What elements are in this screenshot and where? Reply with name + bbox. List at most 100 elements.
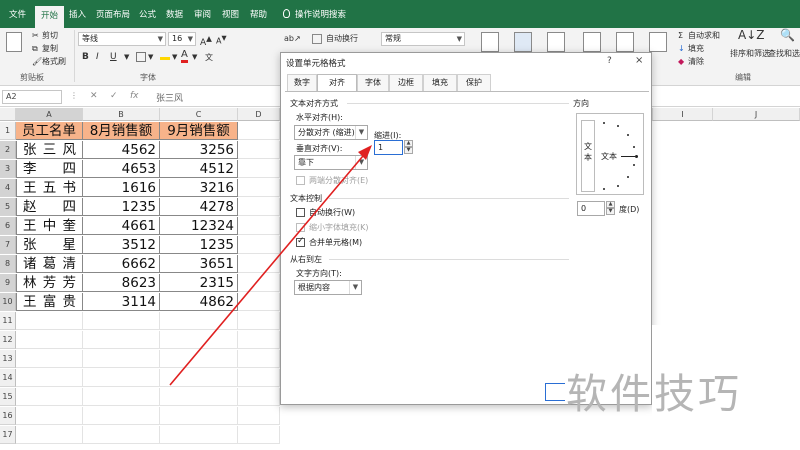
row-header[interactable]: 14 <box>0 369 16 387</box>
empty-cell[interactable] <box>83 388 160 406</box>
cancel-icon[interactable]: ✕ <box>90 91 98 101</box>
empty-cell[interactable] <box>160 407 238 425</box>
empty-cell[interactable] <box>160 312 238 330</box>
empty-cell[interactable] <box>83 350 160 368</box>
empty-cell[interactable] <box>238 274 280 292</box>
row-header[interactable]: 13 <box>0 350 16 368</box>
empty-cell[interactable] <box>16 426 83 444</box>
underline-dropdown-icon[interactable]: ▼ <box>124 52 129 63</box>
empty-cell[interactable] <box>83 369 160 387</box>
row-header[interactable]: 7 <box>0 236 16 254</box>
empty-cell[interactable] <box>16 388 83 406</box>
copy-icon[interactable]: ⧉ <box>32 43 38 54</box>
empty-cell[interactable] <box>16 331 83 349</box>
tab-alignment[interactable]: 对齐 <box>317 74 357 92</box>
empty-cell[interactable] <box>160 426 238 444</box>
clear-button[interactable]: 清除 <box>688 56 704 67</box>
font-color-dropdown-icon[interactable]: ▼ <box>192 52 197 63</box>
eraser-icon[interactable]: ◆ <box>678 56 684 67</box>
empty-cell[interactable] <box>238 141 280 159</box>
name-cell[interactable]: 张三风 <box>16 141 83 159</box>
wrap-text-button[interactable]: 自动换行 <box>326 33 358 44</box>
august-sales-cell[interactable]: 3512 <box>83 236 160 254</box>
empty-cell[interactable] <box>238 160 280 178</box>
indent-input[interactable]: 1 <box>374 140 403 155</box>
august-sales-cell[interactable]: 1616 <box>83 179 160 197</box>
empty-cell[interactable] <box>16 369 83 387</box>
september-sales-cell[interactable]: 4512 <box>160 160 238 178</box>
vertical-align-select[interactable]: 靠下 ▼ <box>294 155 368 170</box>
fill-button[interactable]: 填充 <box>688 43 704 54</box>
format-cells-icon[interactable] <box>649 32 667 52</box>
empty-cell[interactable] <box>238 388 280 406</box>
tab-page-layout[interactable]: 页面布局 <box>96 8 130 22</box>
tab-home[interactable]: 开始 <box>35 6 65 28</box>
empty-cell[interactable] <box>238 350 280 368</box>
row-header[interactable]: 3 <box>0 160 16 178</box>
name-cell[interactable]: 林芳芳 <box>16 274 83 292</box>
justify-distributed-checkbox[interactable] <box>296 176 305 185</box>
help-button[interactable]: ? <box>607 56 612 66</box>
tab-formulas[interactable]: 公式 <box>139 8 156 22</box>
tab-view[interactable]: 视图 <box>222 8 239 22</box>
vertical-text-option[interactable]: 文本 <box>581 120 595 192</box>
empty-cell[interactable] <box>160 388 238 406</box>
row-header[interactable]: 11 <box>0 312 16 330</box>
empty-cell[interactable] <box>238 331 280 349</box>
cell-styles-icon[interactable] <box>547 32 565 52</box>
name-box[interactable]: A2 <box>2 90 62 104</box>
august-sales-cell[interactable]: 3114 <box>83 293 160 311</box>
find-select-icon[interactable]: 🔍 <box>780 29 795 41</box>
column-header-i[interactable]: I <box>652 108 713 121</box>
empty-cell[interactable] <box>160 331 238 349</box>
cut-icon[interactable]: ✂ <box>32 30 39 41</box>
august-sales-cell[interactable]: 4653 <box>83 160 160 178</box>
indent-up-icon[interactable]: ▲ <box>404 140 413 147</box>
row-header[interactable]: 12 <box>0 331 16 349</box>
indent-down-icon[interactable]: ▼ <box>404 147 413 154</box>
delete-cells-icon[interactable] <box>616 32 634 52</box>
merge-cells-checkbox[interactable] <box>296 236 305 247</box>
empty-cell[interactable] <box>83 426 160 444</box>
header-cell[interactable]: 8月销售额 <box>83 122 160 140</box>
september-sales-cell[interactable]: 2315 <box>160 274 238 292</box>
insert-cells-icon[interactable] <box>583 32 601 52</box>
tab-protection[interactable]: 保护 <box>457 74 491 91</box>
september-sales-cell[interactable]: 4278 <box>160 198 238 216</box>
empty-cell[interactable] <box>83 312 160 330</box>
format-painter-icon[interactable]: 🖌 <box>32 56 42 67</box>
column-header-c[interactable]: C <box>160 108 238 121</box>
empty-cell[interactable] <box>238 198 280 216</box>
september-sales-cell[interactable]: 3256 <box>160 141 238 159</box>
sort-filter-button[interactable]: 排序和筛选 <box>730 48 770 59</box>
tab-fill[interactable]: 填充 <box>423 74 457 91</box>
row-header[interactable]: 10 <box>0 293 16 311</box>
tab-file[interactable]: 文件 <box>9 8 26 22</box>
empty-cell[interactable] <box>238 122 280 140</box>
empty-cell[interactable] <box>238 179 280 197</box>
shrink-to-fit-checkbox[interactable] <box>296 223 305 232</box>
close-button[interactable]: × <box>635 55 643 66</box>
number-format-combo[interactable]: 常规 ▼ <box>381 32 465 46</box>
underline-button[interactable]: U <box>110 52 117 63</box>
empty-cell[interactable] <box>238 236 280 254</box>
row-header[interactable]: 1 <box>0 122 16 140</box>
august-sales-cell[interactable]: 4661 <box>83 217 160 235</box>
tab-review[interactable]: 审阅 <box>194 8 211 22</box>
name-cell[interactable]: 王五书 <box>16 179 83 197</box>
orientation-control[interactable]: 文本 文本 <box>576 113 644 195</box>
august-sales-cell[interactable]: 1235 <box>83 198 160 216</box>
sort-filter-icon[interactable]: A↓Z <box>738 29 764 41</box>
column-header-a[interactable]: A <box>16 108 83 121</box>
row-header[interactable]: 15 <box>0 388 16 406</box>
font-color-button[interactable]: A <box>181 50 188 63</box>
row-header[interactable]: 8 <box>0 255 16 273</box>
empty-cell[interactable] <box>238 293 280 311</box>
degrees-down-icon[interactable]: ▼ <box>606 208 615 215</box>
name-cell[interactable]: 张星 <box>16 236 83 254</box>
name-cell[interactable]: 王中奎 <box>16 217 83 235</box>
empty-cell[interactable] <box>160 350 238 368</box>
text-direction-select[interactable]: 根据内容 ▼ <box>294 280 362 295</box>
row-header[interactable]: 9 <box>0 274 16 292</box>
row-header[interactable]: 5 <box>0 198 16 216</box>
